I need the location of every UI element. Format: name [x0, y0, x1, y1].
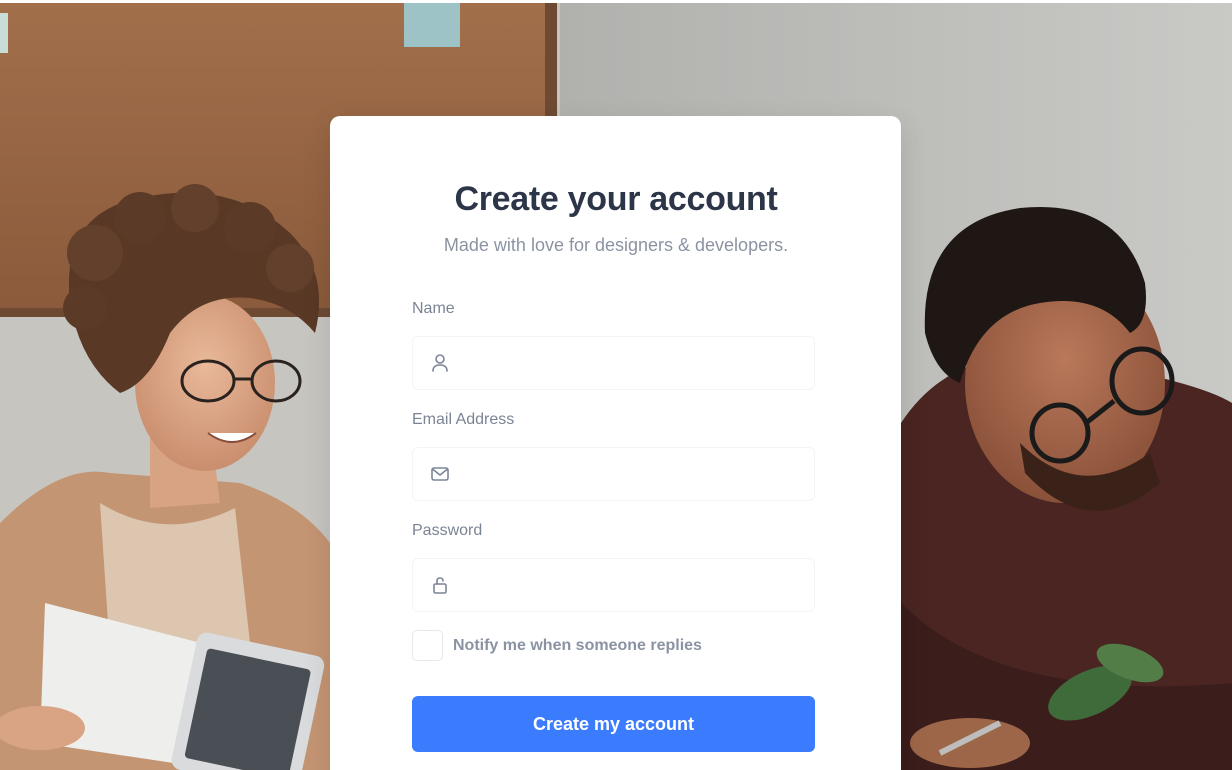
signup-page: Create your account Made with love for d…	[0, 0, 1232, 770]
email-label: Email Address	[412, 411, 515, 428]
page-title: Create your account	[454, 180, 778, 218]
notify-label[interactable]: Notify me when someone replies	[453, 637, 702, 655]
name-input[interactable]	[467, 337, 814, 389]
notify-option[interactable]: Notify me when someone replies	[412, 630, 702, 661]
password-input[interactable]	[467, 559, 814, 611]
mail-icon	[413, 447, 467, 501]
name-label: Name	[412, 300, 455, 317]
page-subtitle: Made with love for designers & developer…	[443, 235, 789, 255]
email-field[interactable]	[412, 447, 815, 501]
email-input[interactable]	[467, 448, 814, 500]
notify-checkbox[interactable]	[412, 630, 443, 661]
user-icon	[413, 336, 467, 390]
lock-icon	[413, 558, 467, 612]
create-account-button[interactable]: Create my account	[412, 696, 815, 752]
password-field[interactable]	[412, 558, 815, 612]
name-field[interactable]	[412, 336, 815, 390]
password-label: Password	[412, 522, 483, 539]
